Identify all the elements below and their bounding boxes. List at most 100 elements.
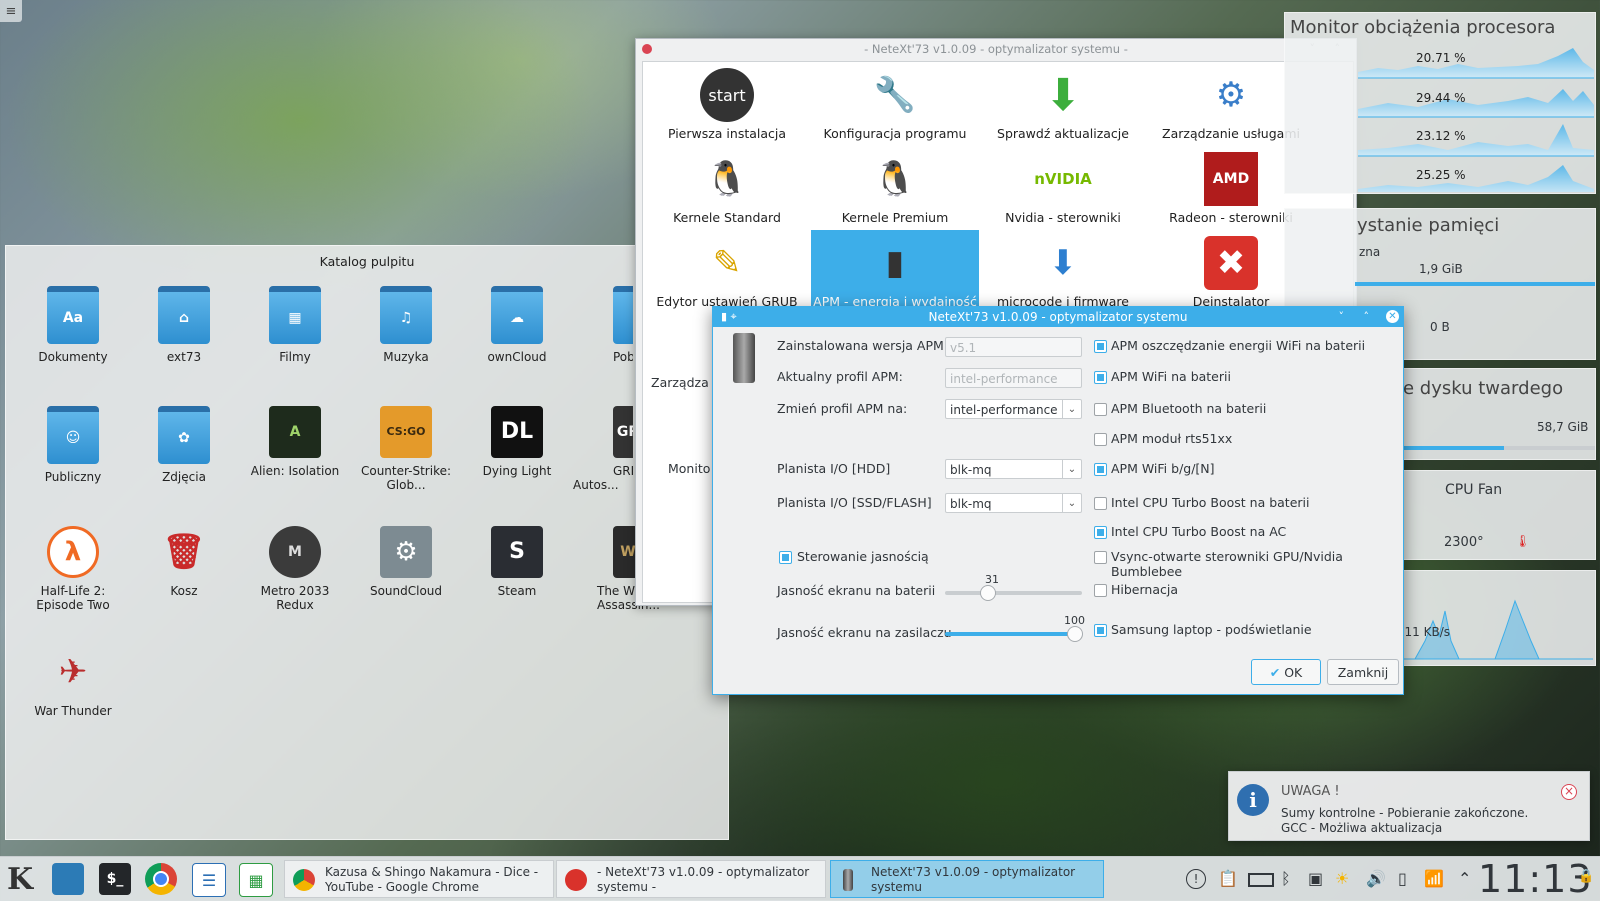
cb-vsync-bumblebee-label: Vsync-otwarte sterowniki GPU/Nvidia Bumb… xyxy=(1111,549,1343,579)
cpu-graphs xyxy=(1358,42,1594,196)
start-icon: start xyxy=(700,68,754,122)
cb-hibernation[interactable] xyxy=(1094,584,1107,597)
dialog-window-controls[interactable]: ˅ ˄ xyxy=(1339,307,1378,327)
notification-line2: GCC - Możliwa aktualizacja xyxy=(1281,821,1443,835)
steam-icon: S xyxy=(491,526,543,578)
desktop-icon-war-thunder[interactable]: ✈ War Thunder xyxy=(18,646,128,718)
desktop-icon-zdjecia[interactable]: ✿ Zdjęcia xyxy=(129,406,239,484)
tile-first-install[interactable]: start Pierwsza instalacja xyxy=(643,62,811,146)
tile-kernels-premium[interactable]: 🐧 Kernele Premium xyxy=(811,146,979,230)
desktop-icon-half-life[interactable]: λ Half-Life 2: Episode Two xyxy=(18,526,128,612)
cpu-widget-title: Monitor obciążenia procesora xyxy=(1290,17,1556,38)
fan-title: CPU Fan xyxy=(1445,482,1503,498)
desktop-icon-filmy[interactable]: ▦ Filmy xyxy=(240,286,350,364)
tile-nvidia[interactable]: nVIDIA Nvidia - sterowniki xyxy=(979,146,1147,230)
battery-icon: ▮ xyxy=(885,243,905,283)
cb-bluetooth-battery-label: APM Bluetooth na baterii xyxy=(1111,401,1267,416)
cpu-core-3-value: 23.12 % xyxy=(1416,129,1466,143)
desktop-icon-dying-light[interactable]: DL Dying Light xyxy=(462,406,572,478)
desktop-icon-steam[interactable]: S Steam xyxy=(462,526,572,598)
desktop-icon-ext73[interactable]: ⌂ ext73 xyxy=(129,286,239,364)
device-icon[interactable]: ▣ xyxy=(1308,869,1323,888)
public-folder-icon: ☺ xyxy=(47,406,99,464)
cb-wifi-battery[interactable] xyxy=(1094,371,1107,384)
slider-handle[interactable] xyxy=(1067,626,1083,642)
desktop-icon-pobrane[interactable]: Pobr... xyxy=(573,286,633,364)
pencil-icon: ✎ xyxy=(712,243,742,283)
cloud-folder-icon: ☁ xyxy=(491,286,543,344)
lock-icon[interactable]: 🔒 xyxy=(1578,869,1594,884)
tile-microcode[interactable]: ⬇ microcode i firmware xyxy=(979,230,1147,314)
cb-vsync-bumblebee[interactable] xyxy=(1094,551,1107,564)
amd-radeon-icon: AMD xyxy=(1204,152,1258,206)
cb-samsung-backlight[interactable] xyxy=(1094,624,1107,637)
cb-wifi-power-saving[interactable] xyxy=(1094,340,1107,353)
cb-turbo-battery[interactable] xyxy=(1094,497,1107,510)
clipboard-icon[interactable]: 📋 xyxy=(1218,869,1238,888)
desktop-icon-dokumenty[interactable]: Aa Dokumenty xyxy=(18,286,128,364)
panel-menu-button[interactable]: ≡ xyxy=(0,0,22,22)
memory-usage-bar xyxy=(1355,282,1595,286)
cb-bluetooth-battery[interactable] xyxy=(1094,403,1107,416)
tile-grub-editor[interactable]: ✎ Edytor ustawień GRUB xyxy=(643,230,811,314)
io-hdd-label: Planista I/O [HDD] xyxy=(777,461,891,476)
weather-icon[interactable]: ☀ xyxy=(1335,869,1349,888)
tile-kernels-standard[interactable]: 🐧 Kernele Standard xyxy=(643,146,811,230)
task-chrome[interactable]: Kazusa & Shingo Nakamura - Dice - YouTub… xyxy=(284,860,554,898)
dialog-close-icon[interactable]: ✕ xyxy=(1386,310,1399,323)
bluetooth-icon[interactable]: ᛒ xyxy=(1281,869,1291,888)
ac-brightness-slider[interactable] xyxy=(945,626,1083,642)
desktop-icon-alien-isolation[interactable]: A Alien: Isolation xyxy=(240,406,350,478)
battery-brightness-slider[interactable] xyxy=(945,585,1082,601)
cb-turbo-ac[interactable] xyxy=(1094,526,1107,539)
desktop-icon-owncloud[interactable]: ☁ ownCloud xyxy=(462,286,572,364)
clock[interactable]: 11:13 xyxy=(1478,857,1593,901)
desktop-icon-metro-2033[interactable]: M Metro 2033 Redux xyxy=(240,526,350,612)
dying-light-game-icon: DL xyxy=(491,406,543,458)
calc-icon[interactable]: ▦ xyxy=(239,863,273,897)
close-icon[interactable] xyxy=(642,44,652,54)
desktop-icon-kosz[interactable]: 🗑 Kosz xyxy=(129,526,239,598)
kde-launcher-icon[interactable]: K xyxy=(4,862,36,897)
desktop-show-icon[interactable] xyxy=(52,863,84,895)
desktop-icon-soundcloud[interactable]: ⚙ SoundCloud xyxy=(351,526,461,598)
tile-configuration[interactable]: 🔧 Konfiguracja programu xyxy=(811,62,979,146)
desktop-icon-publiczny[interactable]: ☺ Publiczny xyxy=(18,406,128,484)
battery-icon xyxy=(733,333,755,383)
slider-handle[interactable] xyxy=(980,585,996,601)
wifi-icon[interactable]: 📶 xyxy=(1424,869,1444,888)
dialog-titlebar[interactable]: ▮ ⌖ NeteXt'73 v1.0.09 - optymalizator sy… xyxy=(713,307,1403,327)
terminal-icon[interactable]: $_ xyxy=(99,863,131,895)
ok-button[interactable]: ✔ OK xyxy=(1251,659,1321,685)
io-ssd-select[interactable]: blk-mq ⌄ xyxy=(945,493,1082,513)
main-window-titlebar[interactable]: - NeteXt'73 v1.0.09 - optymalizator syst… xyxy=(636,39,1356,59)
tile-apm[interactable]: ▮ APM - energia i wydajność xyxy=(811,230,979,314)
download-arrow-icon: ⬇ xyxy=(1044,69,1082,121)
io-hdd-select[interactable]: blk-mq ⌄ xyxy=(945,459,1082,479)
tray-expand-icon[interactable]: ⌃ xyxy=(1458,869,1471,888)
partial-label-services: Zarządza xyxy=(651,375,709,390)
folder-icon: Aa xyxy=(47,286,99,344)
desktop-icon-gri[interactable]: GRGRI Autos... xyxy=(573,406,633,492)
change-profile-select[interactable]: intel-performance ⌄ xyxy=(945,399,1082,419)
tile-check-updates[interactable]: ⬇ Sprawdź aktualizacje xyxy=(979,62,1147,146)
phone-icon[interactable]: ▯ xyxy=(1398,869,1407,888)
desktop-icon-muzyka[interactable]: ♫ Muzyka xyxy=(351,286,461,364)
alert-icon[interactable]: ! xyxy=(1186,869,1206,889)
desktop-icon-csgo[interactable]: CS:GO Counter-Strike: Glob... xyxy=(351,406,461,492)
cb-rts51xx[interactable] xyxy=(1094,433,1107,446)
notification-close-icon[interactable]: × xyxy=(1561,784,1577,800)
task-netext-dialog[interactable]: NeteXt'73 v1.0.09 - optymalizator system… xyxy=(830,860,1104,898)
csgo-game-icon: CS:GO xyxy=(380,406,432,458)
cb-wifi-bgn[interactable] xyxy=(1094,463,1107,476)
brightness-control-checkbox[interactable] xyxy=(779,551,792,564)
writer-icon[interactable]: ☰ xyxy=(192,863,226,897)
chevron-down-icon: ⌄ xyxy=(1062,400,1081,418)
chrome-icon[interactable] xyxy=(145,863,177,895)
volume-icon[interactable]: 🔊 xyxy=(1366,869,1386,888)
battery-tray-icon[interactable] xyxy=(1248,873,1274,887)
dialog-app-icon: ▮ ⌖ xyxy=(721,310,737,323)
close-button[interactable]: Zamknij xyxy=(1327,659,1399,685)
uninstall-x-icon: ✖ xyxy=(1204,236,1258,290)
task-netext-main[interactable]: - NeteXt'73 v1.0.09 - optymalizator syst… xyxy=(556,860,826,898)
